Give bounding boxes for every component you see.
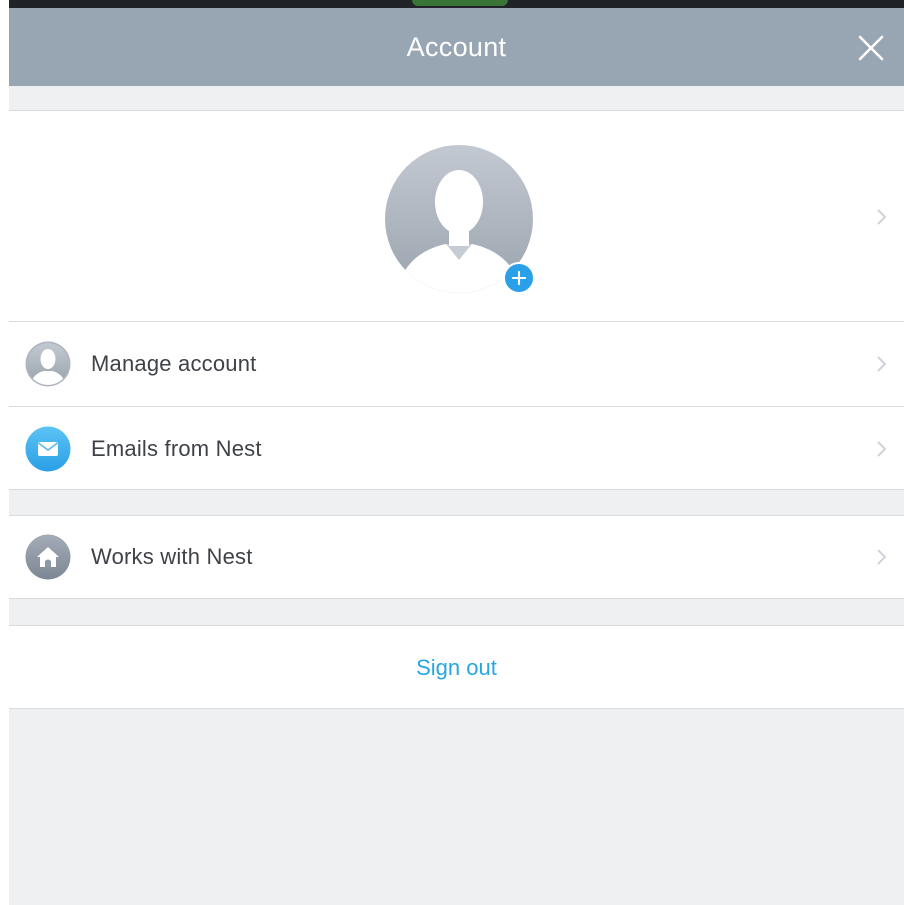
account-menu-group: Manage account Emails from Nest [9, 321, 904, 490]
menu-item-label: Works with Nest [91, 544, 253, 569]
status-glow [412, 0, 508, 6]
envelope-icon [25, 426, 71, 472]
sign-out-card: Sign out [9, 625, 904, 709]
page-title: Account [406, 32, 507, 62]
header-bar: Account [9, 8, 904, 86]
account-sheet: Account Manage account Emails from Nest … [9, 8, 904, 905]
menu-item-emails-from-nest[interactable]: Emails from Nest [9, 406, 904, 491]
window-left-edge [0, 0, 9, 905]
sign-out-button[interactable]: Sign out [9, 626, 904, 710]
plus-icon[interactable] [503, 262, 535, 294]
home-icon [25, 534, 71, 580]
menu-item-manage-account[interactable]: Manage account [9, 322, 904, 406]
close-icon[interactable] [855, 32, 887, 64]
chevron-right-icon [877, 549, 887, 565]
chevron-right-icon [877, 356, 887, 372]
menu-item-label: Manage account [91, 351, 257, 376]
chevron-right-icon[interactable] [875, 207, 889, 227]
user-icon [25, 341, 71, 387]
integrations-menu-group: Works with Nest [9, 515, 904, 599]
profile-card[interactable] [9, 110, 904, 322]
menu-item-label: Emails from Nest [91, 436, 262, 461]
menu-item-works-with-nest[interactable]: Works with Nest [9, 516, 904, 598]
chevron-right-icon [877, 441, 887, 457]
